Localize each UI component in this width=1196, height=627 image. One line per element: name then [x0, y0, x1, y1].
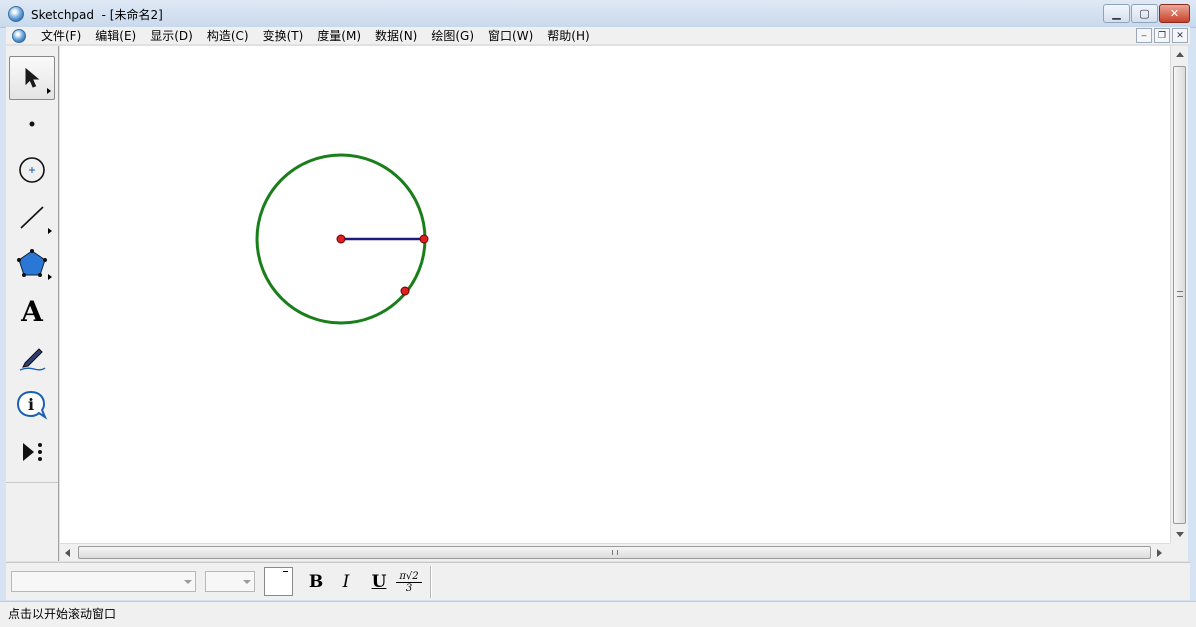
horizontal-scrollbar[interactable]: [60, 543, 1170, 561]
vertical-scrollbar[interactable]: [1170, 46, 1188, 543]
color-indicator: [283, 571, 288, 572]
marker-tool[interactable]: [9, 336, 55, 380]
toolbox: A i: [6, 46, 59, 561]
segment-icon: [20, 206, 44, 229]
maximize-icon: ▢: [1139, 7, 1150, 20]
bold-button[interactable]: B: [306, 571, 326, 593]
custom-tool-icon: [23, 443, 42, 461]
close-button[interactable]: ✕: [1159, 4, 1190, 23]
menu-edit[interactable]: 编辑(E): [88, 27, 143, 45]
polygon-tool[interactable]: [9, 241, 55, 285]
close-icon: ✕: [1169, 7, 1180, 20]
menu-bar: 文件(F) 编辑(E) 显示(D) 构造(C) 变换(T) 度量(M) 数据(N…: [6, 27, 1190, 45]
menu-help[interactable]: 帮助(H): [540, 27, 596, 45]
chevron-down-icon: [243, 580, 251, 584]
selection-arrow-tool[interactable]: [9, 56, 55, 100]
menu-graph[interactable]: 绘图(G): [424, 27, 481, 45]
text-color-swatch[interactable]: [264, 567, 293, 596]
math-format-button[interactable]: π√2 3: [396, 571, 422, 594]
doc-restore-button[interactable]: ❐: [1154, 28, 1170, 43]
minimize-button[interactable]: ▁: [1103, 4, 1130, 23]
italic-button[interactable]: I: [336, 571, 356, 593]
title-bar: Sketchpad - [未命名2] ▁ ▢ ✕: [0, 0, 1196, 28]
status-text: 点击以开始滚动窗口: [8, 607, 117, 621]
status-bar: 点击以开始滚动窗口: [0, 601, 1196, 627]
minimize-icon: ▁: [1112, 7, 1121, 20]
info-icon: i: [16, 390, 48, 420]
compass-tool[interactable]: [9, 148, 55, 192]
scroll-left-icon[interactable]: [65, 549, 70, 557]
text-tool[interactable]: A: [9, 289, 55, 333]
submenu-triangle-icon: [48, 228, 52, 234]
sketch-drawing: [255, 153, 429, 325]
menu-measure[interactable]: 度量(M): [310, 27, 368, 45]
submenu-triangle-icon: [47, 88, 51, 94]
document-window-controls: ‒ ❐ ✕: [1136, 28, 1188, 43]
point-on-circle[interactable]: [400, 286, 410, 296]
point-tool[interactable]: [9, 102, 55, 146]
font-size-select[interactable]: [205, 571, 255, 592]
document-icon[interactable]: [12, 28, 26, 43]
custom-tool[interactable]: [9, 430, 55, 474]
scroll-right-icon[interactable]: [1157, 549, 1162, 557]
close-icon: ✕: [1176, 30, 1184, 41]
grip-icon: [1177, 291, 1183, 297]
maximize-button[interactable]: ▢: [1131, 4, 1158, 23]
point-icon: [29, 121, 35, 127]
window-controls: ▁ ▢ ✕: [1103, 4, 1190, 23]
grip-icon: [612, 550, 618, 555]
sketchpad-app-icon[interactable]: [8, 6, 24, 22]
text-format-toolbar: B I U π√2 3: [6, 562, 1190, 600]
window-title: Sketchpad - [未命名2]: [31, 8, 163, 22]
scroll-up-icon[interactable]: [1176, 52, 1184, 57]
submenu-triangle-icon: [48, 274, 52, 280]
text-a-icon: A: [21, 294, 43, 328]
arrow-cursor-icon: [25, 67, 40, 88]
doc-close-button[interactable]: ✕: [1172, 28, 1188, 43]
vertical-scroll-thumb[interactable]: [1173, 66, 1186, 524]
radius-endpoint[interactable]: [419, 234, 429, 244]
scrollbar-corner: [1170, 543, 1188, 561]
menu-file[interactable]: 文件(F): [34, 27, 88, 45]
toolbar-divider: [430, 566, 432, 598]
pen-icon: [19, 348, 46, 371]
chevron-down-icon: [184, 580, 192, 584]
straightedge-tool[interactable]: [9, 195, 55, 239]
underline-button[interactable]: U: [368, 571, 390, 593]
sketch-canvas[interactable]: [60, 46, 1170, 543]
font-family-select[interactable]: [11, 571, 196, 592]
toolbox-divider: [6, 482, 58, 483]
scroll-down-icon[interactable]: [1176, 532, 1184, 537]
circle-icon: [19, 157, 45, 183]
math-format-numerator: π√2: [396, 571, 422, 583]
menu-construct[interactable]: 构造(C): [200, 27, 256, 45]
doc-minimize-button[interactable]: ‒: [1136, 28, 1152, 43]
math-format-denominator: 3: [405, 583, 413, 594]
restore-icon: ❐: [1157, 30, 1167, 41]
menu-transform[interactable]: 变换(T): [256, 27, 311, 45]
pentagon-icon: [17, 249, 47, 277]
menu-window[interactable]: 窗口(W): [481, 27, 540, 45]
horizontal-scroll-thumb[interactable]: [78, 546, 1151, 559]
menu-display[interactable]: 显示(D): [143, 27, 200, 45]
menu-data[interactable]: 数据(N): [368, 27, 424, 45]
information-tool[interactable]: i: [9, 383, 55, 427]
center-point[interactable]: [336, 234, 346, 244]
minimize-icon: ‒: [1141, 30, 1147, 41]
svg-text:i: i: [28, 395, 34, 414]
